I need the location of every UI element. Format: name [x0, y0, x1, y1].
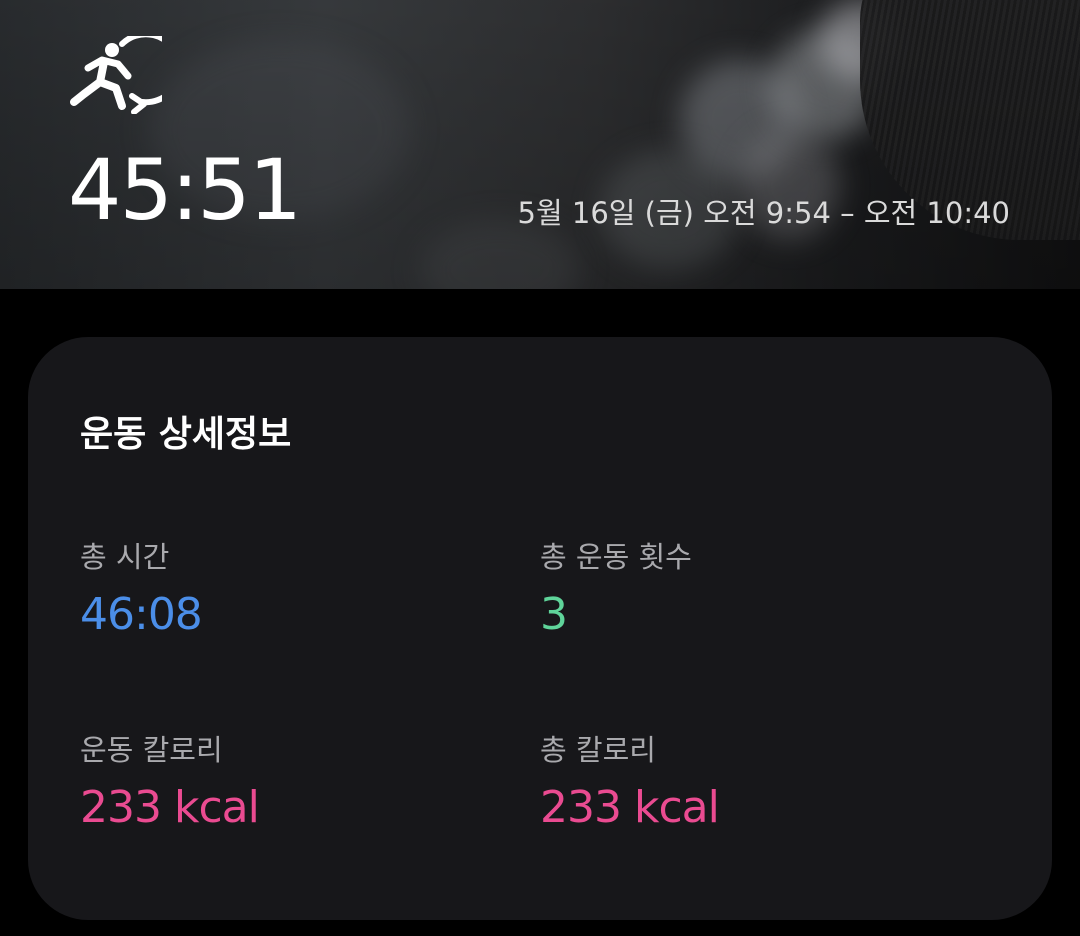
section-title: 운동 상세정보: [80, 414, 292, 455]
stat-value: 46:08: [80, 589, 203, 640]
stat-value: 233 kcal: [540, 782, 720, 833]
stat-total-reps: 총 운동 횟수 3: [540, 537, 692, 643]
stat-exercise-calories: 운동 칼로리 233 kcal: [80, 730, 260, 836]
stat-total-time: 총 시간 46:08: [80, 537, 203, 643]
stat-label: 총 시간: [80, 540, 170, 574]
workout-header-banner: 45:51 5월 16일 (금) 오전 9:54 – 오전 10:40: [0, 0, 1080, 289]
stat-value: 3: [540, 589, 568, 640]
stat-value: 233 kcal: [80, 782, 260, 833]
stat-label: 운동 칼로리: [80, 733, 223, 767]
stat-total-calories: 총 칼로리 233 kcal: [540, 730, 720, 836]
workout-details-card: 운동 상세정보 총 시간 46:08 총 운동 횟수 3 운동 칼로리 233 …: [28, 337, 1052, 920]
workout-time-range: 5월 16일 (금) 오전 9:54 – 오전 10:40: [517, 196, 1010, 230]
workout-duration: 45:51: [68, 141, 302, 239]
stat-label: 총 칼로리: [540, 733, 656, 767]
stat-label: 총 운동 횟수: [540, 540, 692, 574]
running-person-icon: [70, 36, 162, 114]
